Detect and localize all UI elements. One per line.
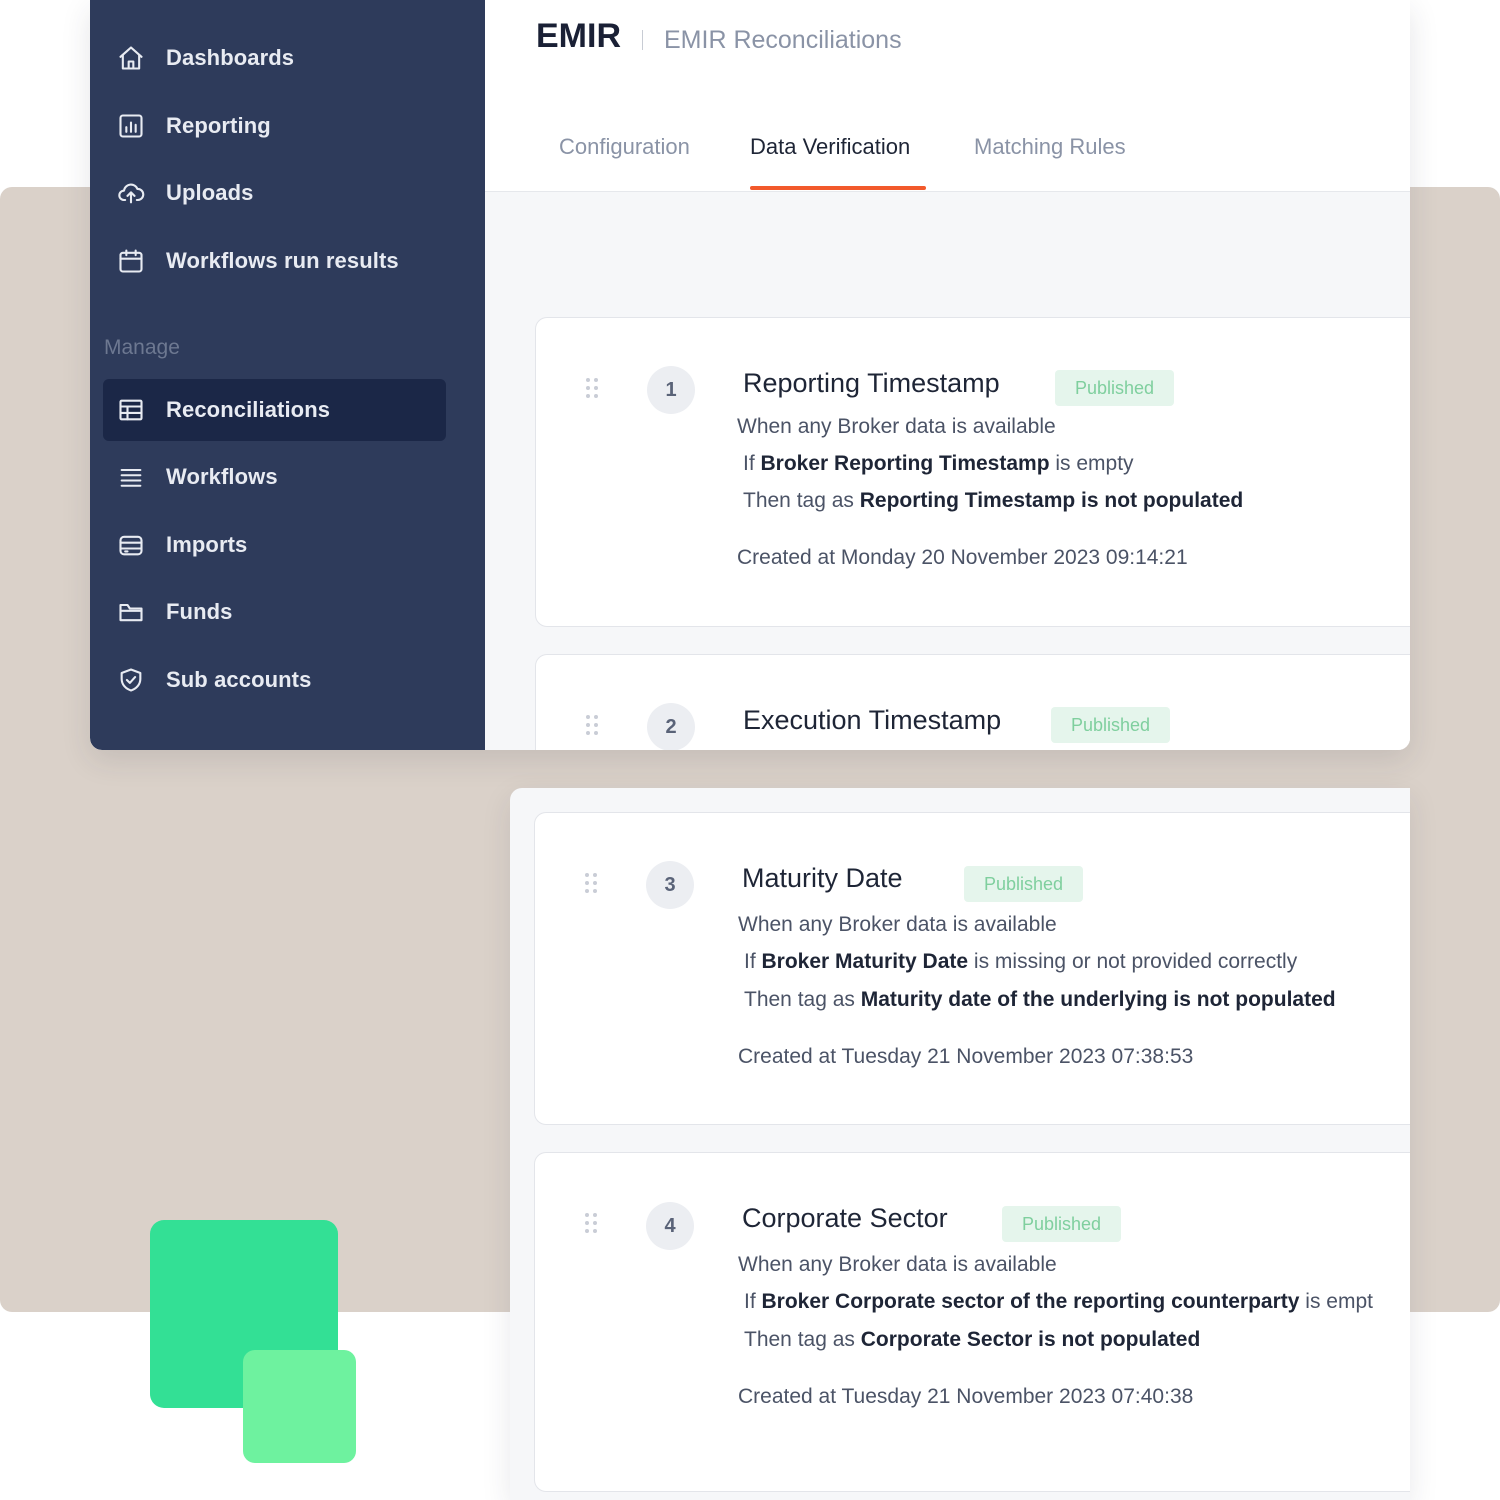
title-separator: [642, 30, 643, 50]
drag-handle-icon[interactable]: [586, 378, 600, 400]
sidebar-item-label: Uploads: [166, 180, 254, 205]
sidebar-item-label: Reconciliations: [166, 397, 331, 422]
sidebar-item-label: Sub accounts: [166, 667, 312, 692]
sidebar-item-label: Reporting: [166, 113, 271, 138]
folder-icon: [116, 597, 146, 627]
drag-handle-icon[interactable]: [585, 873, 599, 895]
home-icon: [116, 43, 146, 73]
app-window: Dashboards Reporting Uploads Workflows r…: [90, 0, 1410, 750]
sidebar-item-label: Workflows run results: [166, 248, 399, 273]
sidebar-section-label: Manage: [104, 336, 180, 359]
shield-check-icon: [116, 665, 146, 695]
decorative-square-light-green: [243, 1350, 356, 1463]
status-badge: Published: [1055, 370, 1175, 406]
status-badge: Published: [964, 866, 1084, 902]
rule-title: Execution Timestamp: [743, 705, 1002, 735]
rule-card[interactable]: 4 Corporate Sector Published When any Br…: [534, 1152, 1410, 1492]
status-badge: Published: [1051, 707, 1171, 743]
sidebar-item-label: Dashboards: [166, 45, 295, 70]
rule-if-clause: If Broker Reporting Timestamp is empty: [743, 452, 1134, 475]
sidebar-item-reporting[interactable]: Reporting: [103, 95, 446, 157]
rule-created-at: Created at Tuesday 21 November 2023 07:4…: [738, 1385, 1194, 1408]
sidebar-item-label: Funds: [166, 599, 233, 624]
rule-number: 2: [647, 703, 695, 750]
rule-created-at: Created at Monday 20 November 2023 09:14…: [737, 546, 1188, 569]
rule-then-clause: Then tag as Reporting Timestamp is not p…: [743, 489, 1244, 512]
drag-handle-icon[interactable]: [585, 1213, 599, 1235]
rule-title: Maturity Date: [742, 863, 903, 893]
tab-matching-rules[interactable]: Matching Rules: [974, 134, 1126, 160]
page-header: EMIR EMIR Reconciliations Configuration …: [485, 0, 1410, 192]
rule-number: 4: [646, 1202, 694, 1250]
rules-list-panel: 3 Maturity Date Published When any Broke…: [510, 788, 1410, 1500]
sidebar-item-label: Imports: [166, 532, 248, 557]
table-icon: [116, 395, 146, 425]
sidebar-item-workflows[interactable]: Workflows: [103, 446, 446, 508]
sidebar-item-sub-accounts[interactable]: Sub accounts: [103, 649, 446, 711]
tab-data-verification[interactable]: Data Verification: [750, 134, 910, 160]
rule-number: 1: [647, 366, 695, 414]
rule-title: Corporate Sector: [742, 1203, 948, 1233]
drag-handle-icon[interactable]: [586, 715, 600, 737]
database-icon: [116, 530, 146, 560]
rule-card[interactable]: 1 Reporting Timestamp Published When any…: [535, 317, 1410, 627]
rule-then-clause: Then tag as Corporate Sector is not popu…: [744, 1328, 1201, 1351]
sidebar-item-reconciliations[interactable]: Reconciliations: [103, 379, 446, 441]
rule-condition: When any Broker data is available: [737, 415, 1056, 438]
list-icon: [116, 462, 146, 492]
rule-condition: When any Broker data is available: [738, 1253, 1057, 1276]
sidebar: Dashboards Reporting Uploads Workflows r…: [90, 0, 485, 750]
rule-title: Reporting Timestamp: [743, 368, 1000, 398]
rule-card[interactable]: 2 Execution Timestamp Published: [535, 654, 1410, 750]
rule-card[interactable]: 3 Maturity Date Published When any Broke…: [534, 812, 1410, 1125]
main-content: EMIR EMIR Reconciliations Configuration …: [485, 0, 1410, 750]
page-title: EMIR: [536, 17, 621, 55]
rule-if-clause: If Broker Corporate sector of the report…: [744, 1290, 1373, 1313]
active-tab-indicator: [750, 186, 926, 190]
cloud-upload-icon: [116, 178, 146, 208]
chart-icon: [116, 111, 146, 141]
rule-created-at: Created at Tuesday 21 November 2023 07:3…: [738, 1045, 1194, 1068]
page-subtitle: EMIR Reconciliations: [664, 26, 902, 54]
sidebar-item-workflows-run-results[interactable]: Workflows run results: [103, 230, 446, 292]
sidebar-item-label: Workflows: [166, 464, 278, 489]
sidebar-item-imports[interactable]: Imports: [103, 514, 446, 576]
sidebar-item-uploads[interactable]: Uploads: [103, 162, 446, 224]
rule-then-clause: Then tag as Maturity date of the underly…: [744, 988, 1336, 1011]
rule-condition: When any Broker data is available: [738, 913, 1057, 936]
sidebar-item-dashboards[interactable]: Dashboards: [103, 27, 446, 89]
sidebar-item-funds[interactable]: Funds: [103, 581, 446, 643]
tab-configuration[interactable]: Configuration: [559, 134, 690, 160]
rule-if-clause: If Broker Maturity Date is missing or no…: [744, 950, 1298, 973]
status-badge: Published: [1002, 1206, 1122, 1242]
rule-number: 3: [646, 861, 694, 909]
calendar-icon: [116, 246, 146, 276]
